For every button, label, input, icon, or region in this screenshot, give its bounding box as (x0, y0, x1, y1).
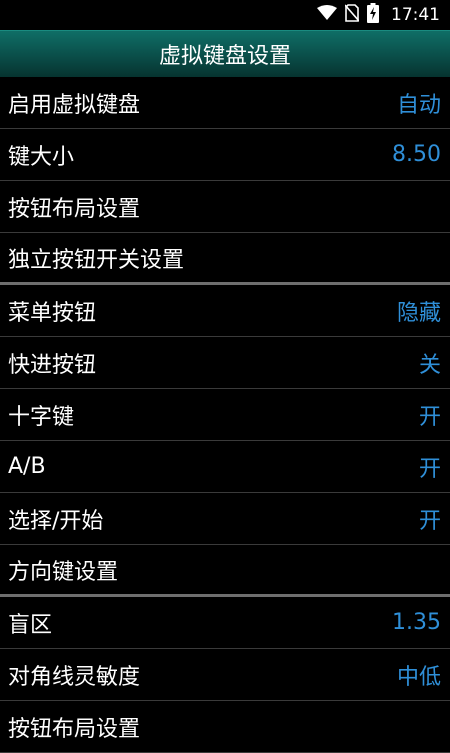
status-bar: 17:41 (0, 0, 450, 30)
setting-fast-forward-button[interactable]: 快进按钮 关 (0, 337, 450, 389)
setting-label: 快进按钮 (8, 352, 97, 378)
setting-button-layout[interactable]: 按钮布局设置 (0, 181, 450, 233)
setting-diagonal-sensitivity[interactable]: 对角线灵敏度 中低 (0, 649, 450, 701)
setting-value: 8.50 (392, 142, 441, 167)
setting-independent-button-toggle[interactable]: 独立按钮开关设置 (0, 233, 450, 285)
setting-value: 开 (418, 404, 441, 430)
setting-value: 开 (418, 456, 441, 482)
setting-value: 开 (418, 508, 441, 534)
setting-dead-zone[interactable]: 盲区 1.35 (0, 597, 450, 649)
setting-direction-keys[interactable]: 方向键设置 (0, 545, 450, 597)
setting-label: 十字键 (8, 404, 75, 430)
setting-key-size[interactable]: 键大小 8.50 (0, 129, 450, 181)
setting-label: 按钮布局设置 (8, 196, 141, 222)
setting-label: 对角线灵敏度 (8, 664, 141, 690)
no-sim-icon (344, 4, 360, 26)
setting-label: 方向键设置 (8, 559, 119, 585)
setting-enable-virtual-keyboard[interactable]: 启用虚拟键盘 自动 (0, 77, 450, 129)
setting-value: 关 (418, 352, 441, 378)
page-title: 虚拟键盘设置 (158, 44, 291, 69)
setting-dpad[interactable]: 十字键 开 (0, 389, 450, 441)
setting-menu-button[interactable]: 菜单按钮 隐藏 (0, 285, 450, 337)
setting-label: A/B (8, 454, 46, 479)
setting-label: 菜单按钮 (8, 300, 97, 326)
setting-value: 隐藏 (396, 300, 441, 326)
title-bar: 虚拟键盘设置 (0, 30, 450, 77)
setting-label: 按钮布局设置 (8, 716, 141, 742)
setting-button-layout-2[interactable]: 按钮布局设置 (0, 701, 450, 753)
settings-list: 启用虚拟键盘 自动 键大小 8.50 按钮布局设置 独立按钮开关设置 菜单按钮 … (0, 77, 450, 753)
setting-value: 中低 (396, 664, 441, 690)
setting-label: 独立按钮开关设置 (8, 247, 185, 273)
status-icons: 17:41 (317, 0, 440, 30)
setting-label: 键大小 (8, 144, 75, 170)
wifi-icon (317, 5, 337, 25)
setting-value: 自动 (396, 92, 441, 118)
setting-label: 选择/开始 (8, 508, 104, 534)
setting-value: 1.35 (392, 610, 441, 635)
setting-ab-buttons[interactable]: A/B 开 (0, 441, 450, 493)
status-time: 17:41 (391, 5, 440, 25)
setting-label: 启用虚拟键盘 (8, 92, 141, 118)
battery-charging-icon (367, 3, 379, 27)
setting-label: 盲区 (8, 612, 53, 638)
setting-select-start[interactable]: 选择/开始 开 (0, 493, 450, 545)
